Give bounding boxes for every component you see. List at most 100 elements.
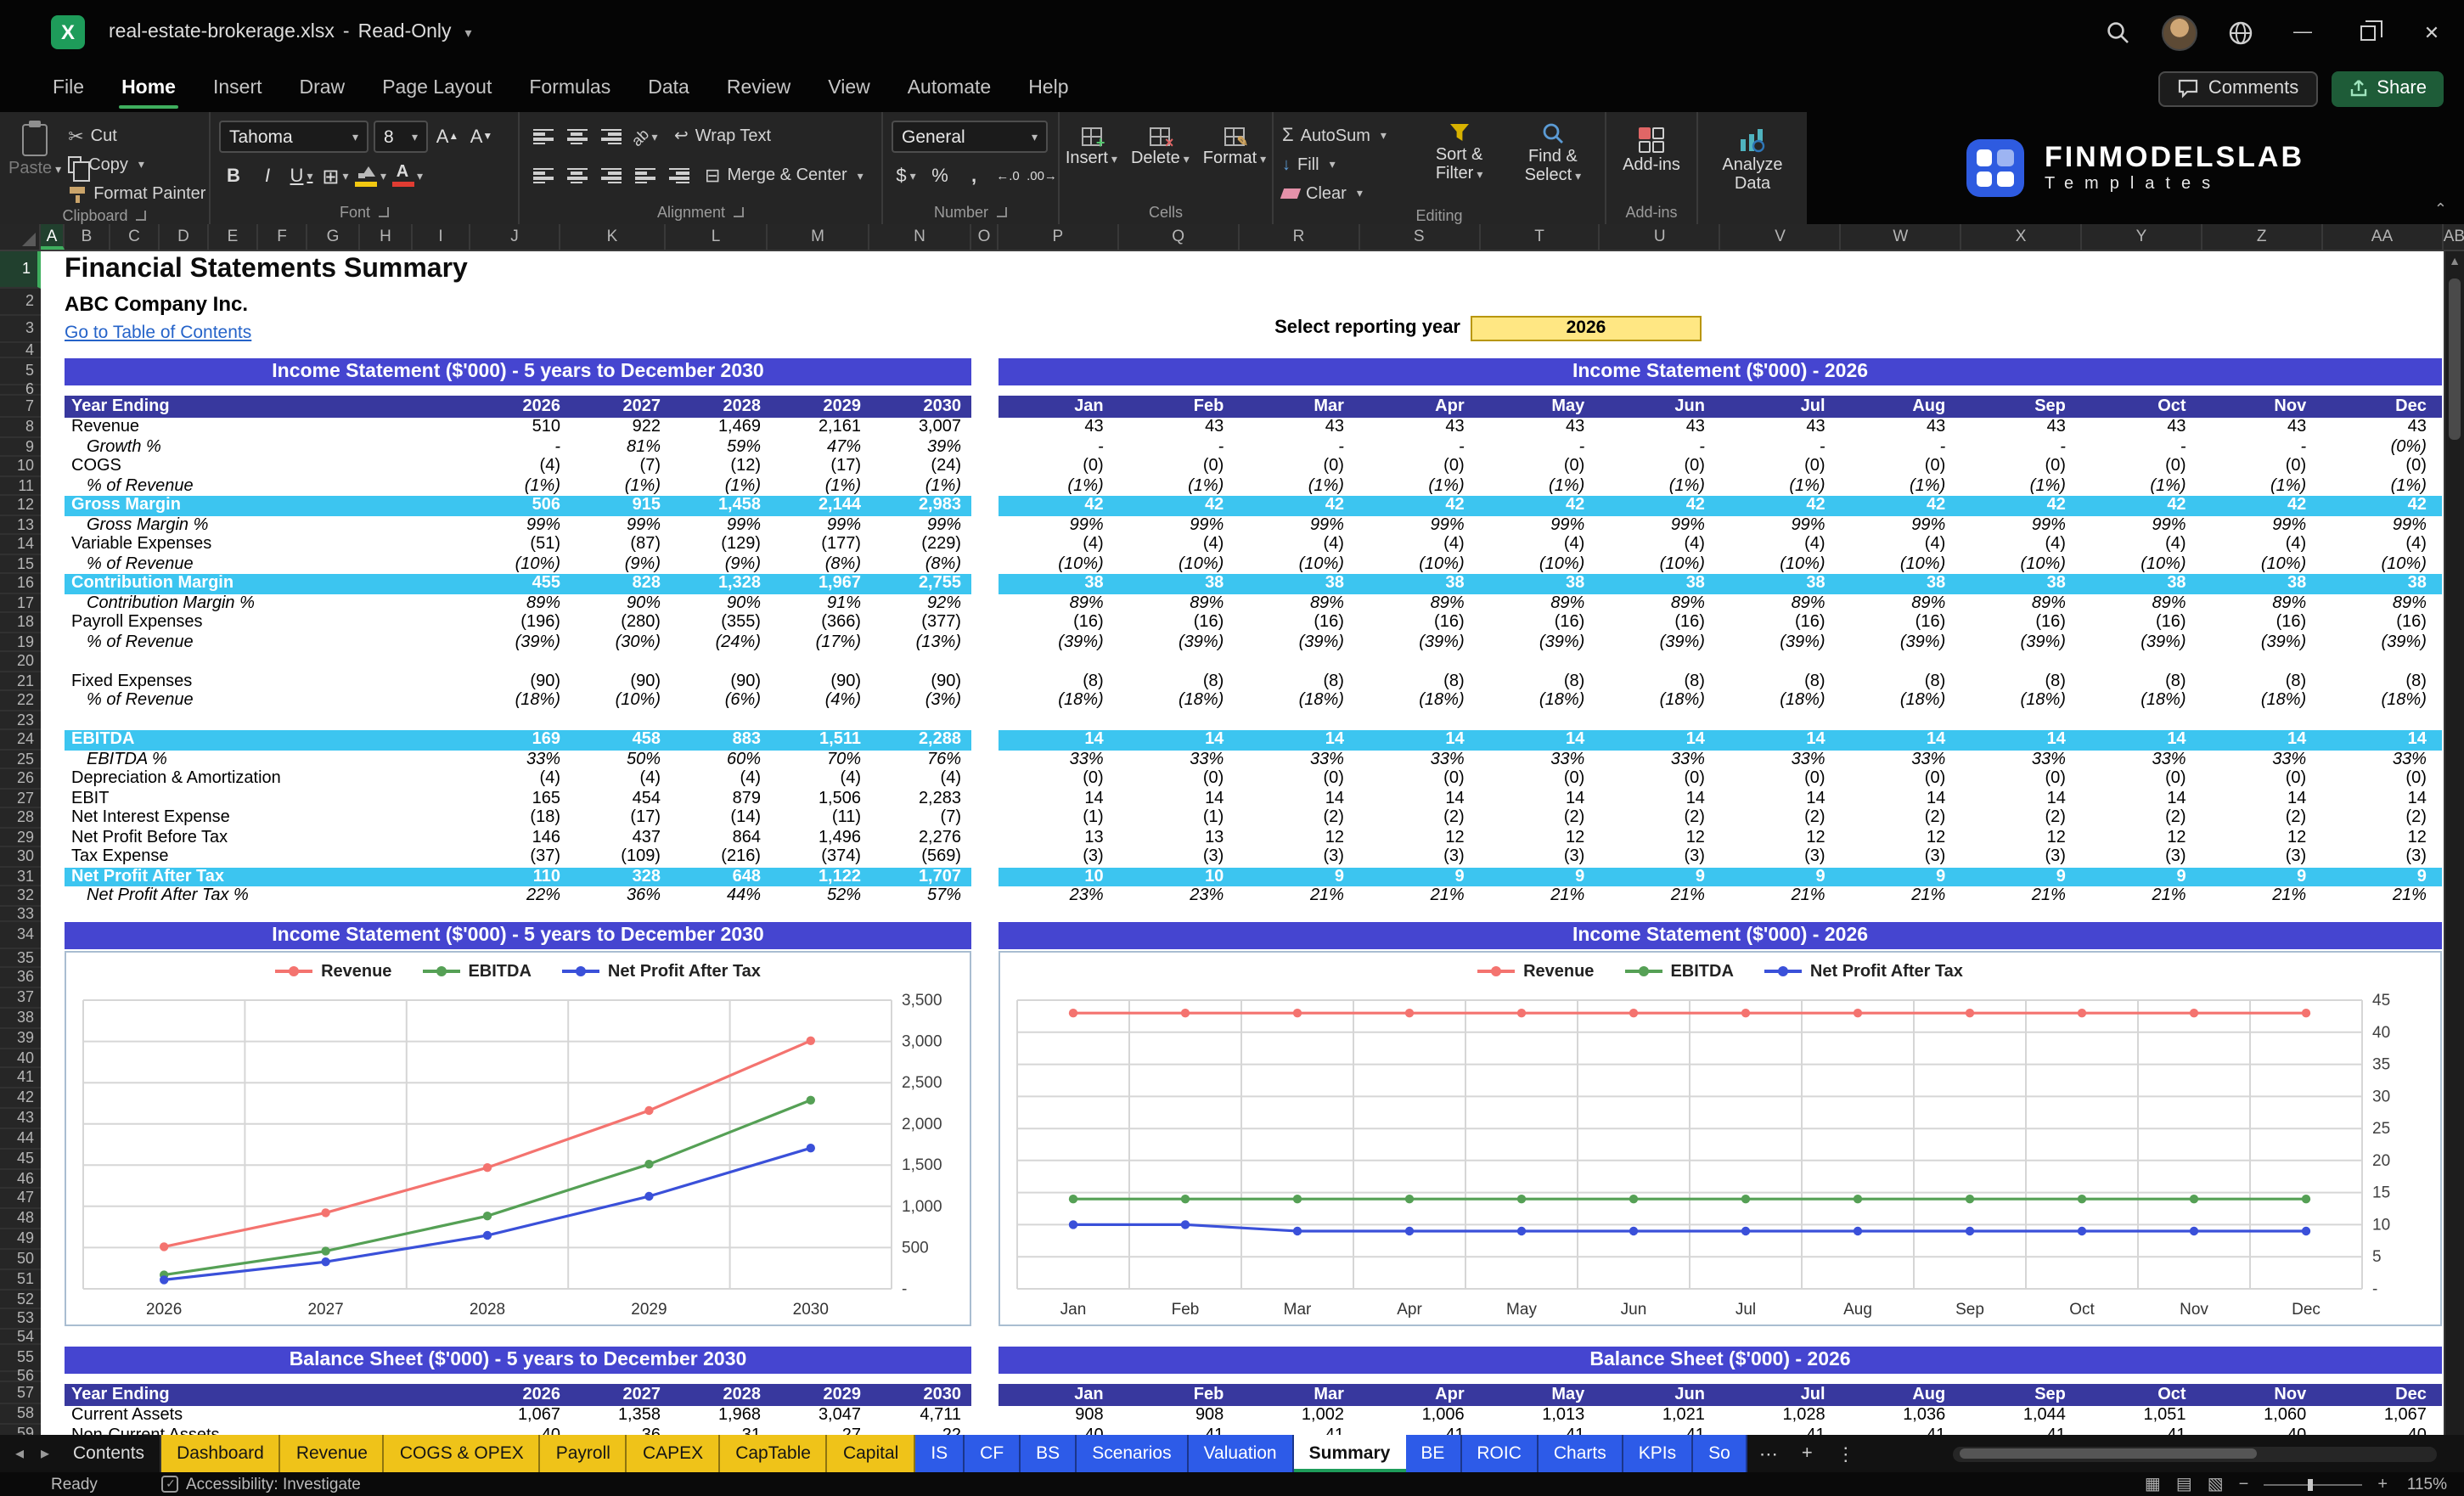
cell[interactable]: - [1480,437,1600,457]
cell[interactable]: 454 [571,789,671,808]
cell[interactable]: 89% [1841,593,1961,613]
cell[interactable] [2202,652,2322,672]
cell[interactable]: 14 [1359,730,1480,750]
cell[interactable] [2321,711,2442,730]
cell[interactable]: 9 [2202,867,2322,886]
addins-button[interactable]: Add-ins [1623,124,1680,176]
cell[interactable]: 9 [2321,867,2442,886]
cell[interactable]: 1,028 [1720,1406,1841,1426]
cell[interactable]: 99% [1359,515,1480,535]
cell[interactable] [1359,652,1480,672]
sheet-tab-capex[interactable]: CAPEX [627,1435,720,1472]
zoom-slider-thumb[interactable] [2308,1478,2313,1490]
cell[interactable] [871,652,971,672]
cell[interactable]: 1,511 [771,730,871,750]
cell[interactable]: (3) [1600,847,1720,867]
cell[interactable]: 42 [1841,496,1961,515]
period-cell[interactable]: Sep [1961,396,2081,418]
cell[interactable]: 42 [2321,496,2442,515]
cell[interactable]: 42 [1359,496,1480,515]
column-header-m[interactable]: M [768,224,869,250]
analyze-data-button[interactable]: Analyze Data [1707,124,1798,194]
cell[interactable]: (39%) [2202,633,2322,652]
cell[interactable]: 455 [470,574,571,593]
cell[interactable]: 14 [1480,730,1600,750]
cell[interactable]: - [1841,437,1961,457]
cell[interactable]: 36% [571,886,671,906]
period-cell[interactable]: Sep [1961,1384,2081,1406]
cell[interactable]: - [1720,437,1841,457]
cell[interactable]: 99% [2202,515,2322,535]
period-cell[interactable]: 2026 [470,1384,571,1406]
cell[interactable]: 27 [771,1426,871,1435]
cell[interactable]: (280) [571,613,671,633]
cell[interactable] [470,711,571,730]
align-left-icon[interactable] [528,160,557,192]
cell[interactable]: 21% [2202,886,2322,906]
cell[interactable]: (90) [671,672,771,691]
cell[interactable]: (18%) [1119,691,1240,711]
cell[interactable]: (17) [771,457,871,476]
cell[interactable]: (1%) [470,476,571,496]
period-cell[interactable]: Feb [1119,396,1240,418]
cell[interactable]: 89% [1119,593,1240,613]
cell[interactable]: 510 [470,418,571,437]
cell[interactable]: (129) [671,535,771,554]
cell[interactable]: 12 [1359,828,1480,847]
cell[interactable]: 99% [470,515,571,535]
cell[interactable]: 14 [2202,789,2322,808]
cell[interactable]: 1,707 [871,867,971,886]
cell[interactable]: (2) [1600,808,1720,828]
increase-indent-icon[interactable] [664,160,693,192]
cell[interactable]: 33% [1480,750,1600,769]
font-name-combo[interactable]: Tahoma▾ [219,121,368,153]
cell[interactable]: 14 [2321,789,2442,808]
cell[interactable]: 3,007 [871,418,971,437]
cell[interactable]: (1%) [1359,476,1480,496]
cell[interactable]: (16) [1841,613,1961,633]
sheet-tab-cf[interactable]: CF [965,1435,1021,1472]
cell[interactable] [1239,711,1359,730]
cell[interactable]: (1%) [871,476,971,496]
period-cell[interactable]: Jun [1600,1384,1720,1406]
cell[interactable]: 89% [2081,593,2202,613]
cell[interactable]: 99% [1239,515,1359,535]
align-top-icon[interactable] [528,121,557,153]
cell[interactable]: (2) [2202,808,2322,828]
cell[interactable]: (2) [1480,808,1600,828]
cell[interactable]: (8%) [871,554,971,574]
cell[interactable]: 21% [1841,886,1961,906]
period-cell[interactable]: Apr [1359,1384,1480,1406]
cell[interactable]: (13%) [871,633,971,652]
row-label[interactable]: Year Ending [65,1384,470,1406]
tab-scroll-right-icon[interactable]: ▸ [32,1435,58,1472]
cell[interactable]: 41 [1119,1426,1240,1435]
cell[interactable]: 38 [1119,574,1240,593]
cell[interactable]: (3) [1961,847,2081,867]
row-label[interactable] [65,711,470,730]
cell[interactable]: 99% [1961,515,2081,535]
cell[interactable]: 21% [1720,886,1841,906]
cell[interactable]: 38 [1961,574,2081,593]
period-cell[interactable]: Dec [2321,396,2442,418]
cell[interactable]: (10%) [1841,554,1961,574]
row-number-1[interactable]: 1 [0,251,41,289]
row-number-56[interactable]: 56 [0,1372,41,1382]
cell[interactable]: (0) [2202,457,2322,476]
column-header-aa[interactable]: AA [2323,224,2444,250]
period-cell[interactable]: May [1480,396,1600,418]
cell[interactable]: 14 [1841,789,1961,808]
row-number-49[interactable]: 49 [0,1229,41,1250]
cell[interactable]: (0) [1720,769,1841,789]
cell[interactable]: 12 [2081,828,2202,847]
row-number-45[interactable]: 45 [0,1150,41,1170]
cell[interactable]: 21% [1239,886,1359,906]
cell[interactable] [999,711,1119,730]
row-number-44[interactable]: 44 [0,1129,41,1150]
cell[interactable] [771,711,871,730]
row-number-13[interactable]: 13 [0,515,41,535]
row-label[interactable]: Variable Expenses [65,535,470,554]
cell[interactable]: (0) [1480,457,1600,476]
row-number-42[interactable]: 42 [0,1089,41,1110]
column-header-c[interactable]: C [110,224,160,250]
